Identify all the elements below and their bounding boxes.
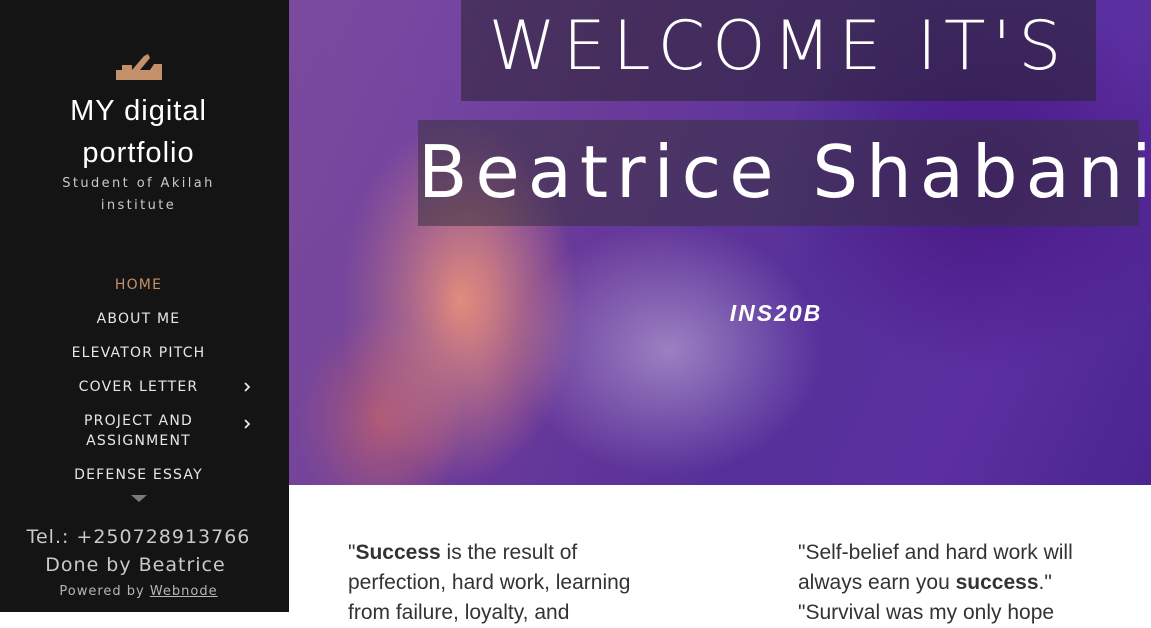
powered-by-prefix: Powered by <box>59 584 150 599</box>
site-subtitle-line1: Student of Akilah <box>62 176 215 191</box>
nav-item-label: DEFENSE ESSAY <box>74 467 203 483</box>
contact-phone: Tel.: +250728913766 <box>26 526 251 548</box>
hero-banner: WELCOME IT'S Beatrice Shabani INS20B <box>289 0 1151 485</box>
nav-item-project-and-assignment[interactable]: PROJECT AND ASSIGNMENT <box>0 404 277 458</box>
quote-right-post: ." <box>1038 571 1052 594</box>
quote-left: "Success is the result of perfection, ha… <box>348 538 678 628</box>
site-title-line2: portfolio <box>82 137 195 169</box>
hero-class-code: INS20B <box>729 300 823 326</box>
sidebar: MY digital portfolio Student of Akilah i… <box>0 0 289 612</box>
hero-headline-welcome: WELCOME IT'S <box>488 7 1069 86</box>
chevron-right-icon[interactable] <box>241 418 253 430</box>
quote-right-line2: "Survival was my only hope <box>798 601 1055 624</box>
hand-plane-icon[interactable] <box>114 48 164 82</box>
webnode-link[interactable]: Webnode <box>150 584 218 599</box>
nav-item-label: PROJECT AND ASSIGNMENT <box>84 413 193 449</box>
nav-item-home[interactable]: HOME <box>0 268 277 302</box>
site-subtitle-line2: institute <box>100 198 177 213</box>
main-nav: HOME ABOUT ME ELEVATOR PITCH COVER LETTE… <box>0 268 277 492</box>
chevron-right-icon[interactable] <box>241 381 253 393</box>
nav-item-cover-letter[interactable]: COVER LETTER <box>0 370 277 404</box>
quote-left-bold: Success <box>355 541 441 564</box>
nav-item-label: ELEVATOR PITCH <box>71 345 206 361</box>
site-title[interactable]: MY digital portfolio <box>0 90 277 174</box>
nav-item-label: COVER LETTER <box>78 379 199 395</box>
nav-item-elevator-pitch[interactable]: ELEVATOR PITCH <box>0 336 277 370</box>
quote-right-bold: success <box>955 571 1039 594</box>
more-menu-arrow-icon[interactable] <box>131 495 147 502</box>
nav-item-label: ABOUT ME <box>96 311 181 327</box>
nav-item-defense-essay[interactable]: DEFENSE ESSAY <box>0 458 277 492</box>
hero-headline-name: Beatrice Shabani <box>418 130 1151 214</box>
hero-photo-shade <box>289 0 489 485</box>
site-subtitle: Student of Akilah institute <box>40 173 237 217</box>
nav-item-about-me[interactable]: ABOUT ME <box>0 302 277 336</box>
site-title-line1: MY digital <box>70 95 207 127</box>
footer-credit: Done by Beatrice <box>45 554 226 576</box>
quote-right: "Self-belief and hard work will always e… <box>798 538 1138 628</box>
powered-by: Powered by Webnode <box>0 584 277 599</box>
nav-item-label: HOME <box>114 277 163 293</box>
